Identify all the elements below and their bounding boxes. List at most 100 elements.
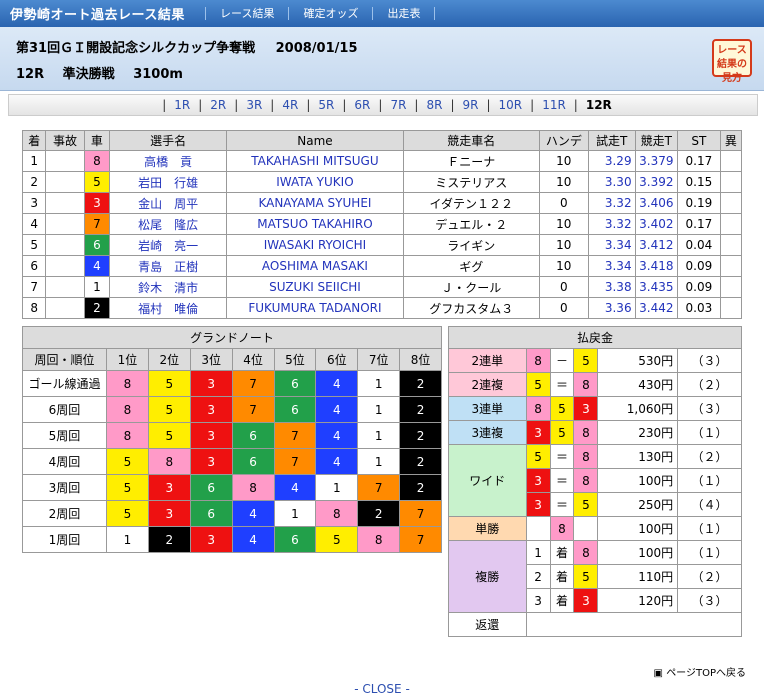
position-car: 2 [399, 422, 442, 449]
bike-name: ミステリアス [402, 171, 540, 193]
race-tab-7r[interactable]: 7R [390, 98, 406, 112]
rider-name[interactable]: 松尾 隆広 [109, 213, 228, 235]
finish-rank: 1 [21, 150, 47, 172]
race-tab-3r[interactable]: 3R [246, 98, 262, 112]
bet-type-fukusho: 複勝 [448, 540, 527, 613]
race-time: 3.435 [634, 276, 679, 298]
rider-roman-name: IWATA YUKIO [226, 171, 404, 193]
race-distance: 3100m [133, 67, 183, 82]
rider-name[interactable]: 高橋 貢 [109, 150, 228, 172]
position-car: 4 [231, 500, 275, 527]
bet-symbol: ＝ [549, 468, 575, 493]
col-trial-time: 試走T [587, 130, 636, 151]
payout-row-sanrentan: 3連単 8 5 3 1,060円 （３） [448, 396, 742, 421]
car-number: 3 [525, 420, 551, 445]
result-row: 7 1 鈴木 清市 SUZUKI SEIICHI Ｊ・クール 0 3.38 3.435 0.09 [21, 276, 743, 298]
bike-name: イダテン１２２ [402, 192, 540, 214]
race-tab-8r[interactable]: 8R [426, 98, 442, 112]
bike-name: Ｊ・クール [402, 276, 540, 298]
nav-final-odds[interactable]: 確定オッズ [288, 7, 372, 20]
race-info-line: 12R 準決勝戦 3100m [16, 63, 197, 82]
car-number: 8 [525, 396, 551, 421]
position-car: 6 [189, 500, 233, 527]
rider-name[interactable]: 福村 唯倫 [109, 297, 228, 319]
lap-label: 5周回 [22, 422, 107, 449]
car-number: 8 [525, 348, 551, 373]
position-car: 7 [399, 500, 442, 527]
page-top-label: ページTOPへ戻る [666, 668, 746, 679]
rider-name[interactable]: 岩田 行雄 [109, 171, 228, 193]
bet-type-refund: 返還 [448, 612, 527, 637]
payout-row-wide-1: ワイド 5 ＝ 8 130円 （２） [448, 444, 742, 517]
popularity: （１） [677, 468, 742, 493]
position-car: 1 [273, 500, 317, 527]
position-car: 6 [273, 526, 317, 553]
grand-note-table: グランドノート 周回・順位 1位 2位 3位 4位 5位 6位 7位 8位 ゴール線通過 8 5 3 7… [22, 326, 442, 553]
tab-separator: | [342, 98, 347, 112]
position-car: 3 [189, 396, 233, 423]
lap-label: 4周回 [22, 448, 107, 475]
bike-name: ギグ [402, 255, 540, 277]
rider-name[interactable]: 青島 正樹 [109, 255, 228, 277]
grand-note-row: 3周回 5 3 6 8 4 1 7 2 [22, 474, 442, 501]
nav-entry-list[interactable]: 出走表 [372, 7, 436, 20]
trial-time: 3.38 [587, 276, 636, 298]
rider-name[interactable]: 岩崎 亮一 [109, 234, 228, 256]
grand-note-header-row: 周回・順位 1位 2位 3位 4位 5位 6位 7位 8位 [22, 348, 442, 371]
accident-code [45, 213, 85, 235]
close-link[interactable]: - CLOSE - [0, 682, 764, 696]
finish-unit: 着 [549, 588, 575, 613]
results-header-row: 着 事故 車 選手名 Name 競走車名 ハンデ 試走T 競走T ST 異 [21, 130, 743, 151]
race-tab-12r[interactable]: 12R [586, 98, 612, 112]
race-tab-1r[interactable]: 1R [174, 98, 190, 112]
race-tab-9r[interactable]: 9R [463, 98, 479, 112]
result-row: 5 6 岩崎 亮一 IWASAKI RYOICHI ライギン 10 3.34 3.412 0.0… [21, 234, 743, 256]
grand-note-row: 2周回 5 3 6 4 1 8 2 7 [22, 500, 442, 527]
rider-name[interactable]: 金山 周平 [109, 192, 228, 214]
payout-row-nirenfuku: 2連複 5 ＝ 8 430円 （２） [448, 372, 742, 397]
rider-roman-name: AOSHIMA MASAKI [226, 255, 404, 277]
trial-time: 3.32 [587, 213, 636, 235]
position-car: 7 [357, 474, 401, 501]
bet-type: 単勝 [448, 516, 527, 541]
payout-amount: 430円 [597, 372, 679, 397]
page-top-link[interactable]: ▣ ページTOPへ戻る [654, 664, 746, 679]
nav-race-results[interactable]: レース結果 [205, 7, 288, 20]
handicap: 10 [538, 255, 589, 277]
race-tab-11r[interactable]: 11R [542, 98, 566, 112]
accident-code [45, 192, 85, 214]
finish-rank: 6 [21, 255, 47, 277]
rider-roman-name: TAKAHASHI MITSUGU [226, 150, 404, 172]
result-guide-button[interactable]: レース結果の見方 [712, 39, 752, 84]
payout-amount: 100円 [597, 540, 679, 565]
rider-name[interactable]: 鈴木 清市 [109, 276, 228, 298]
position-car: 7 [273, 448, 317, 475]
start-timing: 0.09 [677, 255, 721, 277]
col-start-timing: ST [677, 130, 721, 151]
grand-note-row: 4周回 5 8 3 6 7 4 1 2 [22, 448, 442, 475]
finish-rank: 3 [525, 588, 551, 613]
payout-amount: 250円 [597, 492, 679, 517]
irregular-flag [719, 255, 743, 277]
race-tab-6r[interactable]: 6R [354, 98, 370, 112]
car-number: 8 [83, 150, 111, 172]
page-top-icon: ▣ [653, 668, 663, 679]
tab-separator: | [162, 98, 167, 112]
tab-separator: | [270, 98, 275, 112]
start-timing: 0.15 [677, 171, 721, 193]
position-car: 1 [357, 422, 401, 449]
race-tab-4r[interactable]: 4R [282, 98, 298, 112]
grand-col-position: 8位 [399, 348, 442, 371]
position-car: 5 [147, 422, 191, 449]
race-tab-2r[interactable]: 2R [210, 98, 226, 112]
race-tab-10r[interactable]: 10R [499, 98, 523, 112]
payout-row-sanrenfuku: 3連複 3 5 8 230円 （１） [448, 420, 742, 445]
race-tab-5r[interactable]: 5R [318, 98, 334, 112]
position-car: 3 [147, 500, 191, 527]
race-tabs: | 1R | 2R | 3R | 4R | 5R | 6R | 7R | 8R | 9R | 10R | 11R | 12R [8, 94, 758, 116]
position-car: 7 [231, 370, 275, 397]
position-car: 4 [231, 526, 275, 553]
payout-amount: 100円 [597, 516, 679, 541]
rider-roman-name: KANAYAMA SYUHEI [226, 192, 404, 214]
position-car: 6 [231, 422, 275, 449]
